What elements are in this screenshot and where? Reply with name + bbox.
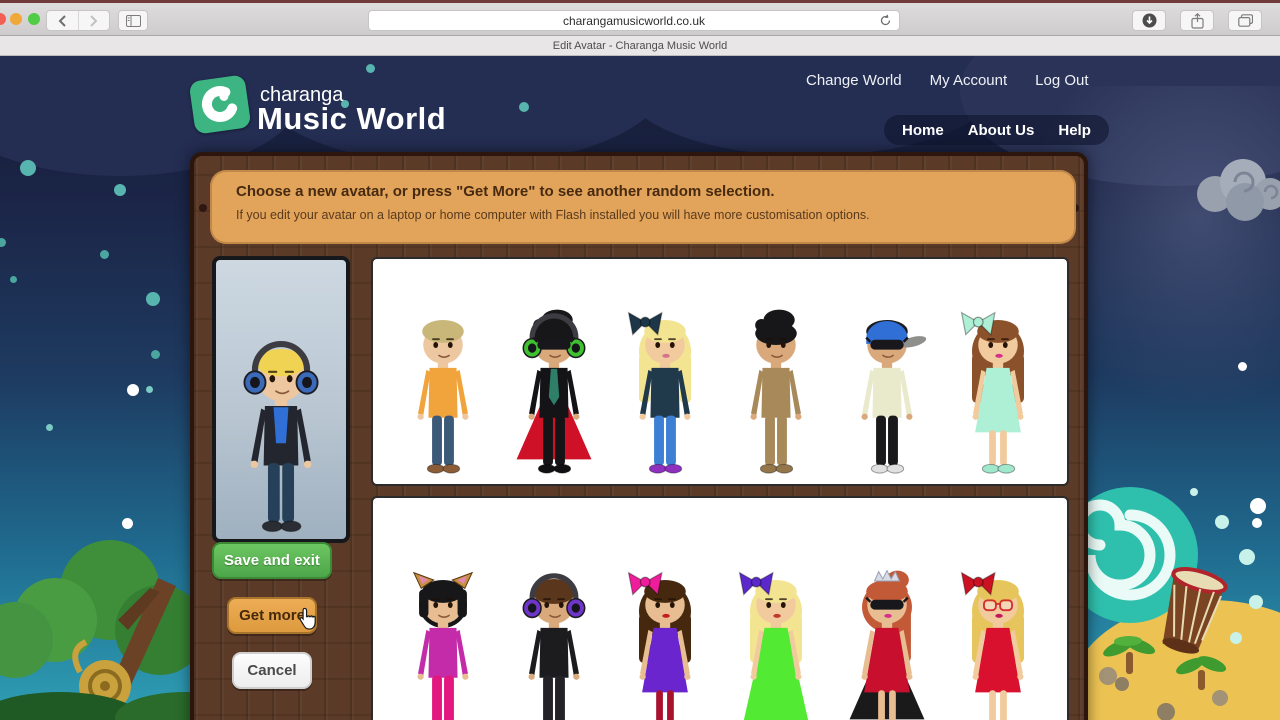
background-dot bbox=[519, 102, 529, 112]
log-out-link[interactable]: Log Out bbox=[1035, 72, 1088, 89]
nav-help[interactable]: Help bbox=[1058, 122, 1091, 139]
wood-rivet bbox=[199, 204, 207, 212]
current-avatar-preview bbox=[212, 256, 350, 543]
reload-icon bbox=[880, 14, 891, 26]
tab-overview-button[interactable] bbox=[1228, 10, 1262, 31]
avatar-option[interactable] bbox=[835, 536, 939, 720]
avatar-option[interactable] bbox=[724, 276, 828, 476]
cancel-button[interactable]: Cancel bbox=[232, 652, 312, 689]
background-dot bbox=[0, 238, 6, 247]
banner-subtitle: If you edit your avatar on a laptop or h… bbox=[236, 208, 870, 222]
avatar-option[interactable] bbox=[946, 276, 1050, 476]
change-world-link[interactable]: Change World bbox=[806, 72, 902, 89]
downloads-button[interactable] bbox=[1132, 10, 1166, 31]
island-scene bbox=[1070, 487, 1280, 720]
background-dot bbox=[146, 386, 153, 393]
zoom-window-button[interactable] bbox=[28, 13, 40, 25]
back-button[interactable] bbox=[47, 11, 78, 30]
avatar-editor-panel: Choose a new avatar, or press "Get More"… bbox=[190, 152, 1088, 720]
tab-title: Edit Avatar - Charanga Music World bbox=[552, 39, 728, 52]
screen: charangamusicworld.co.uk Edit Avatar - C… bbox=[0, 0, 1280, 720]
save-and-exit-button[interactable]: Save and exit bbox=[212, 542, 332, 579]
chevron-right-icon bbox=[90, 14, 98, 27]
avatar-option[interactable] bbox=[613, 536, 717, 720]
sidebar-icon bbox=[125, 14, 141, 27]
background-dot bbox=[151, 350, 160, 359]
reload-button[interactable] bbox=[879, 14, 892, 30]
background-dot bbox=[20, 160, 36, 176]
tabs-icon bbox=[1237, 14, 1253, 27]
background-dot bbox=[114, 184, 126, 196]
avatar-row-1 bbox=[371, 257, 1069, 486]
avatar-option[interactable] bbox=[391, 276, 495, 476]
background-dot bbox=[46, 424, 53, 431]
close-window-button[interactable] bbox=[0, 13, 6, 25]
avatar-option[interactable] bbox=[613, 276, 717, 476]
my-account-link[interactable]: My Account bbox=[930, 72, 1008, 89]
account-links: Change World My Account Log Out bbox=[806, 72, 1089, 89]
forward-button[interactable] bbox=[77, 11, 109, 30]
avatar-option[interactable] bbox=[724, 536, 828, 720]
curly-cloud bbox=[1197, 159, 1280, 221]
banner-title: Choose a new avatar, or press "Get More"… bbox=[236, 183, 775, 200]
address-bar[interactable]: charangamusicworld.co.uk bbox=[368, 10, 900, 31]
brand-name-large: Music World bbox=[257, 101, 447, 136]
background-dot bbox=[146, 292, 160, 306]
mouse-cursor-hand bbox=[299, 607, 316, 630]
main-nav: Home About Us Help bbox=[884, 115, 1109, 145]
url-text: charangamusicworld.co.uk bbox=[562, 13, 706, 28]
avatar-option[interactable] bbox=[391, 536, 495, 720]
background-dot bbox=[10, 276, 17, 283]
webpage: charanga Music World Change World My Acc… bbox=[0, 56, 1280, 720]
logo-tile[interactable] bbox=[188, 74, 252, 135]
background-dot bbox=[100, 250, 109, 259]
nav-home[interactable]: Home bbox=[902, 122, 944, 139]
instruction-banner: Choose a new avatar, or press "Get More"… bbox=[210, 170, 1076, 244]
share-icon bbox=[1190, 12, 1204, 29]
chevron-left-icon bbox=[58, 14, 66, 27]
history-nav-group bbox=[46, 10, 110, 31]
download-icon bbox=[1142, 13, 1156, 28]
sidebar-toggle-button[interactable] bbox=[118, 10, 148, 31]
background-dot bbox=[366, 64, 375, 73]
avatar-option[interactable] bbox=[502, 276, 606, 476]
tab-bar[interactable]: Edit Avatar - Charanga Music World bbox=[0, 36, 1280, 56]
minimize-window-button[interactable] bbox=[10, 13, 22, 25]
avatar-option[interactable] bbox=[946, 536, 1050, 720]
background-dot bbox=[127, 384, 139, 396]
avatar-row-2 bbox=[371, 496, 1069, 720]
avatar-option[interactable] bbox=[502, 536, 606, 720]
background-dot bbox=[1238, 362, 1247, 371]
share-button[interactable] bbox=[1180, 10, 1214, 31]
nav-about-us[interactable]: About Us bbox=[968, 122, 1035, 139]
browser-toolbar: charangamusicworld.co.uk bbox=[0, 3, 1280, 36]
charanga-c-icon bbox=[201, 86, 238, 123]
avatar-option[interactable] bbox=[835, 276, 939, 476]
